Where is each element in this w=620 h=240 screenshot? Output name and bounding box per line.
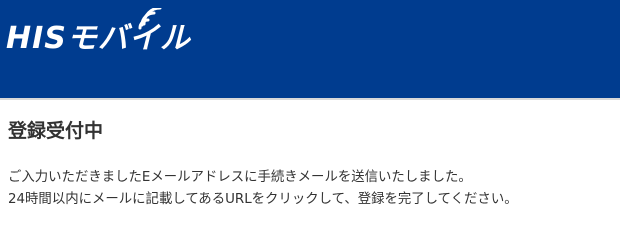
page-title: 登録受付中 <box>8 120 104 142</box>
message-line-2: 24時間以内にメールに記載してあるURLをクリックして、登録を完了してください。 <box>8 192 518 207</box>
message-line-1: ご入力いただきましたEメールアドレスに手続きメールを送信いたしました。 <box>8 170 472 185</box>
site-header: HISモバイル <box>0 0 620 98</box>
confirmation-message: ご入力いただきましたEメールアドレスに手続きメールを送信いたしました。 24時間… <box>8 167 616 211</box>
his-mobile-logo[interactable]: HISモバイル <box>6 8 212 60</box>
signal-icon <box>138 8 162 30</box>
header-divider <box>0 98 620 100</box>
